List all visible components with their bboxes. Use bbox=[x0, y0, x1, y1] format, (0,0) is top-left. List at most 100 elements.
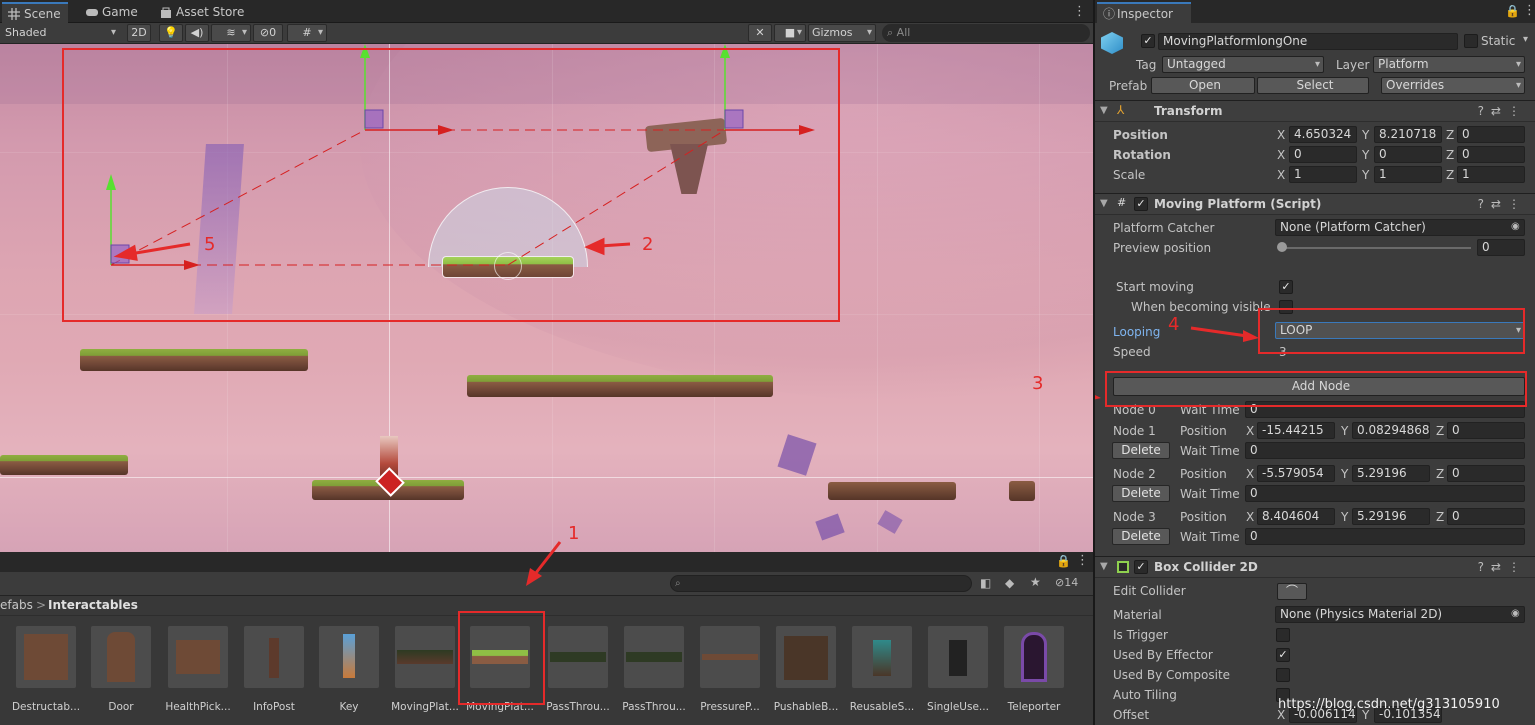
rotation-z-field[interactable]: 0 bbox=[1457, 146, 1525, 163]
node-2-z-field[interactable]: 0 bbox=[1447, 465, 1525, 482]
more-options-icon[interactable]: ⋮ bbox=[1076, 553, 1089, 568]
rotation-y-field[interactable]: 0 bbox=[1374, 146, 1442, 163]
tag-dropdown[interactable]: Untagged bbox=[1162, 56, 1324, 73]
object-name-field[interactable]: MovingPlatformlongOne bbox=[1158, 33, 1458, 50]
node-3-delete-button[interactable]: Delete bbox=[1112, 528, 1170, 545]
camera-dropdown[interactable]: ■ bbox=[774, 24, 806, 42]
component-enabled-checkbox[interactable]: ✓ bbox=[1134, 197, 1148, 211]
foldout-arrow-icon: ▼ bbox=[1100, 198, 1108, 209]
object-picker-icon[interactable]: ◉ bbox=[1511, 221, 1520, 232]
asset-pass-through[interactable]: PassThrou... bbox=[546, 626, 610, 716]
asset-health-pickup[interactable]: HealthPick... bbox=[165, 626, 231, 716]
node-2-x-field[interactable]: -5.579054 bbox=[1257, 465, 1335, 482]
moving-platform-header[interactable]: ▼ # ✓ Moving Platform (Script) ?⇄⋮ bbox=[1095, 193, 1535, 215]
asset-pushable-box[interactable]: PushableB... bbox=[774, 626, 838, 716]
asset-key[interactable]: Key bbox=[317, 626, 381, 716]
asset-pass-through-2[interactable]: PassThrou... bbox=[622, 626, 686, 716]
scene-view[interactable]: 5 2 bbox=[0, 44, 1093, 552]
component-menu-icons[interactable]: ?⇄⋮ bbox=[1478, 560, 1527, 574]
active-checkbox[interactable]: ✓ bbox=[1141, 34, 1155, 48]
object-picker-icon[interactable]: ◉ bbox=[1511, 608, 1520, 619]
scene-toolbar: Shaded 2D 💡 ◀) ≋ ⊘0 # ✕ ■ Gizmos ⌕ All bbox=[0, 23, 1093, 44]
hidden-packages-toggle[interactable]: ⊘14 bbox=[1055, 576, 1078, 589]
static-label: Static bbox=[1481, 34, 1516, 48]
more-options-icon[interactable]: ⋮ bbox=[1073, 4, 1086, 19]
asset-door[interactable]: Door bbox=[89, 626, 153, 716]
tab-game[interactable]: Game bbox=[80, 2, 146, 23]
tools-button[interactable]: ✕ bbox=[748, 24, 772, 42]
asset-reusable-switch[interactable]: ReusableS... bbox=[850, 626, 914, 716]
audio-toggle[interactable]: ◀) bbox=[185, 24, 209, 42]
node-3-y-field[interactable]: 5.29196 bbox=[1352, 508, 1430, 525]
node-1-z-field[interactable]: 0 bbox=[1447, 422, 1525, 439]
lighting-toggle[interactable]: 💡 bbox=[159, 24, 183, 42]
asset-destructable[interactable]: Destructab... bbox=[12, 626, 80, 716]
preview-slider-track[interactable] bbox=[1281, 247, 1471, 249]
node-1-delete-button[interactable]: Delete bbox=[1112, 442, 1170, 459]
tab-asset-store[interactable]: Asset Store bbox=[154, 2, 254, 23]
position-y-field[interactable]: 8.210718 bbox=[1374, 126, 1442, 143]
project-search-input[interactable]: ⌕ bbox=[670, 575, 972, 592]
node-2-y-field[interactable]: 5.29196 bbox=[1352, 465, 1430, 482]
preview-position-field[interactable]: 0 bbox=[1477, 239, 1525, 256]
node-3-z-field[interactable]: 0 bbox=[1447, 508, 1525, 525]
layer-dropdown[interactable]: Platform bbox=[1373, 56, 1525, 73]
scene-search-input[interactable]: ⌕ All bbox=[882, 24, 1090, 42]
edit-collider-button[interactable]: ⌒ bbox=[1277, 583, 1307, 600]
lock-icon[interactable]: 🔒 bbox=[1505, 4, 1520, 18]
shading-mode-dropdown[interactable]: Shaded bbox=[1, 24, 120, 42]
gizmos-dropdown[interactable]: Gizmos bbox=[808, 24, 876, 42]
node-1-x-field[interactable]: -15.44215 bbox=[1257, 422, 1335, 439]
label-tag-icon[interactable]: ◆ bbox=[1005, 576, 1014, 590]
component-menu-icons[interactable]: ?⇄⋮ bbox=[1478, 197, 1527, 211]
position-x-field[interactable]: 4.650324 bbox=[1289, 126, 1357, 143]
hidden-objects-toggle[interactable]: ⊘0 bbox=[253, 24, 283, 42]
scale-y-field[interactable]: 1 bbox=[1374, 166, 1442, 183]
prefab-overrides-dropdown[interactable]: Overrides bbox=[1381, 77, 1525, 94]
favorite-star-icon[interactable]: ★ bbox=[1030, 575, 1041, 589]
static-checkbox[interactable] bbox=[1464, 34, 1478, 48]
asset-single-use-switch[interactable]: SingleUse... bbox=[926, 626, 990, 716]
used-by-composite-checkbox[interactable] bbox=[1276, 668, 1290, 682]
transform-header[interactable]: ▼ ⅄ Transform ?⇄⋮ bbox=[1095, 100, 1535, 122]
breadcrumb-interactables[interactable]: Interactables bbox=[48, 598, 138, 612]
asset-teleporter[interactable]: Teleporter bbox=[1002, 626, 1066, 716]
grid-snap-dropdown[interactable]: # bbox=[287, 24, 327, 42]
used-by-effector-checkbox[interactable]: ✓ bbox=[1276, 648, 1290, 662]
position-z-field[interactable]: 0 bbox=[1457, 126, 1525, 143]
node-1-y-field[interactable]: 0.08294868 bbox=[1352, 422, 1430, 439]
tab-scene[interactable]: Scene bbox=[2, 2, 68, 23]
filter-type-icon[interactable]: ◧ bbox=[980, 576, 991, 590]
breadcrumb-prefabs[interactable]: efabs bbox=[0, 598, 33, 612]
static-dropdown[interactable]: Static bbox=[1481, 34, 1531, 48]
node-2-delete-button[interactable]: Delete bbox=[1112, 485, 1170, 502]
scale-x-field[interactable]: 1 bbox=[1289, 166, 1357, 183]
node-2-wait-field[interactable]: 0 bbox=[1245, 485, 1525, 502]
material-field[interactable]: None (Physics Material 2D) bbox=[1275, 606, 1525, 623]
edit-collider-row: Edit Collider ⌒ bbox=[1095, 581, 1535, 601]
annotation-label-4: 4 bbox=[1168, 314, 1180, 335]
more-options-icon[interactable]: ⋮ bbox=[1523, 3, 1535, 18]
scale-z-field[interactable]: 1 bbox=[1457, 166, 1525, 183]
platform-catcher-field[interactable]: None (Platform Catcher) bbox=[1275, 219, 1525, 236]
lock-icon[interactable]: 🔒 bbox=[1056, 554, 1071, 568]
node-3-x-field[interactable]: 8.404604 bbox=[1257, 508, 1335, 525]
axis-y-label: Y bbox=[1362, 148, 1370, 162]
box-collider-header[interactable]: ▼ ✓ Box Collider 2D ?⇄⋮ bbox=[1095, 556, 1535, 578]
asset-info-post[interactable]: InfoPost bbox=[242, 626, 306, 716]
prefab-open-button[interactable]: Open bbox=[1151, 77, 1255, 94]
asset-pressure-pad[interactable]: PressureP... bbox=[698, 626, 762, 716]
is-trigger-checkbox[interactable] bbox=[1276, 628, 1290, 642]
tab-inspector[interactable]: ⓘ Inspector bbox=[1097, 2, 1191, 23]
start-moving-checkbox[interactable]: ✓ bbox=[1279, 280, 1293, 294]
component-menu-icons[interactable]: ?⇄⋮ bbox=[1478, 104, 1527, 118]
preview-slider-thumb[interactable] bbox=[1277, 242, 1287, 252]
component-enabled-checkbox[interactable]: ✓ bbox=[1134, 560, 1148, 574]
rotation-x-field[interactable]: 0 bbox=[1289, 146, 1357, 163]
mode-2d-toggle[interactable]: 2D bbox=[127, 24, 151, 42]
node-3-wait-field[interactable]: 0 bbox=[1245, 528, 1525, 545]
prefab-select-button[interactable]: Select bbox=[1257, 77, 1369, 94]
node-1-wait-field[interactable]: 0 bbox=[1245, 442, 1525, 459]
effects-dropdown[interactable]: ≋ bbox=[211, 24, 251, 42]
asset-moving-platform[interactable]: MovingPlat... bbox=[391, 626, 459, 716]
